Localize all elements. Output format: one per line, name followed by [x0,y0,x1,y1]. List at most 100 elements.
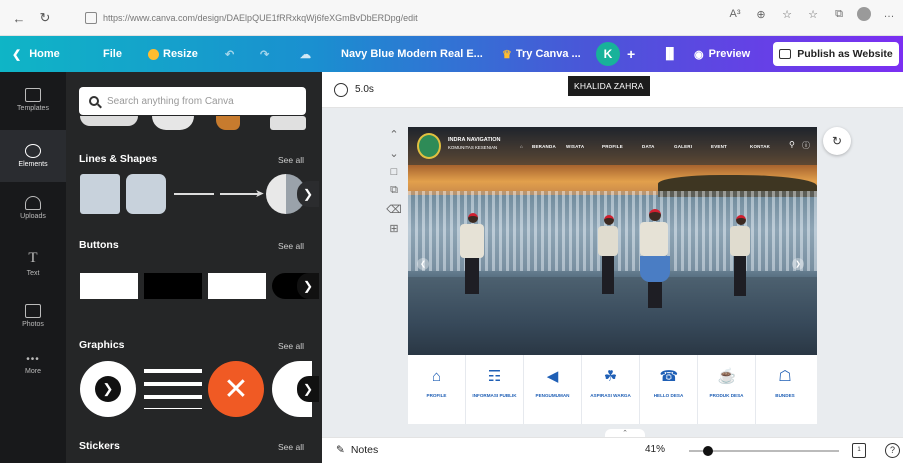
slider-next-icon[interactable]: ❯ [792,258,804,270]
move-down-icon[interactable]: ⌄ [389,147,398,160]
page-tools: ⌃ ⌄ □ ⧉ ⌫ ⊞ [385,128,403,235]
favorite-icon[interactable]: ☆ [779,8,795,21]
add-page-icon[interactable]: ⊞ [389,222,398,235]
arrow-line-shape[interactable] [220,193,260,195]
section-title-buttons: Buttons [79,239,119,251]
see-all-graphics[interactable]: See all [278,341,304,351]
element-thumbnail[interactable] [152,116,194,130]
scroll-right-lines-icon[interactable]: ❯ [297,181,319,207]
nav-link-wisata[interactable]: WISATA [566,144,584,149]
menu-item-label: HELLO DESA [653,393,684,398]
preview-label: Preview [708,48,751,60]
zoom-slider-handle[interactable] [702,446,713,456]
nav-link-data[interactable]: DATA [642,144,655,149]
menu-item-bundes[interactable]: ☖ BUNDES [756,355,814,424]
rounded-square-shape[interactable] [126,174,166,214]
site-logo [417,133,441,159]
design-title[interactable]: Navy Blue Modern Real E... [341,36,483,72]
page-count-icon[interactable]: 1 [852,443,866,458]
regenerate-icon[interactable]: ↻ [823,127,851,155]
nav-link-event[interactable]: EVENT [711,144,727,149]
rail-item-uploads[interactable]: Uploads [0,182,66,234]
canva-editor-window: ← ↻ https://www.canva.com/design/DAElpQU… [0,0,903,463]
try-canva-pro-button[interactable]: ♛ Try Canva ... [502,36,581,72]
zoom-icon[interactable]: ⊕ [753,8,769,21]
reload-icon[interactable]: ↻ [34,7,56,29]
collections-icon[interactable]: ⧉ [831,8,847,21]
add-collaborator-icon[interactable]: + [627,36,635,72]
scroll-right-graphics-icon[interactable]: ❯ [297,376,319,402]
browser-actions: A³ ⊕ ☆ ☆ ⧉ … [727,7,897,21]
cloud-saved-icon[interactable]: ☁ [300,36,311,72]
profile-icon[interactable] [857,7,871,21]
lock-icon[interactable]: □ [391,166,398,178]
line-shape[interactable] [174,193,214,195]
back-icon[interactable]: ← [8,7,30,29]
white-button-element[interactable] [208,273,266,299]
collaborator-avatar[interactable]: K [596,42,620,66]
element-thumbnail[interactable] [80,116,138,126]
see-all-buttons[interactable]: See all [278,241,304,251]
nav-home-icon[interactable]: ⌂ [520,144,523,149]
rail-item-templates[interactable]: Templates [0,74,66,126]
rail-item-photos[interactable]: Photos [0,290,66,342]
rail-item-elements[interactable]: Elements [0,130,66,182]
black-button-element[interactable] [144,273,202,299]
duplicate-page-icon[interactable]: ⧉ [390,184,398,197]
favorites-list-icon[interactable]: ☆ [805,8,821,21]
delete-page-icon[interactable]: ⌫ [386,203,402,216]
publish-website-button[interactable]: Publish as Website [773,42,899,66]
see-all-stickers[interactable]: See all [278,442,304,452]
redo-icon[interactable]: ↷ [260,36,269,72]
address-bar[interactable]: https://www.canva.com/design/DAElpQUE1fR… [85,8,685,28]
rail-item-text[interactable]: T Text [0,237,66,289]
elements-search-input[interactable]: Search anything from Canva [79,87,306,115]
move-up-icon[interactable]: ⌃ [389,128,398,141]
element-thumbnail[interactable] [216,116,240,130]
section-title-stickers: Stickers [79,440,120,452]
nav-link-beranda[interactable]: BERANDA [532,144,556,149]
notes-button[interactable]: ✎ Notes [336,444,378,456]
site-info-icon[interactable] [85,12,97,24]
nav-link-galeri[interactable]: GALERI [674,144,692,149]
menu-item-label: PRODUK DESA [709,393,744,398]
home-icon: ⌂ [431,368,442,385]
nav-search-icon[interactable]: ⚲ [789,140,795,149]
menu-item-profile[interactable]: ⌂ PROFILE [408,355,466,424]
menu-item-produk-desa[interactable]: ☕ PRODUK DESA [698,355,756,424]
page-duration[interactable]: 5.0s [355,84,374,95]
hamburger-lines-graphic[interactable] [144,369,202,409]
slider-prev-icon[interactable]: ❮ [417,258,429,270]
menu-item-informasi-publik[interactable]: ☶ INFORMASI PUBLIK [466,355,524,424]
white-button-element[interactable] [80,273,138,299]
clock-icon[interactable] [334,83,348,97]
people-icon: ☘ [603,368,618,385]
website-icon [779,49,792,59]
rail-item-more[interactable]: ••• More [0,338,66,390]
design-page[interactable]: ❮ ❯ INDRA NAVIGATION KOMUNITAS KESENIAN … [408,127,817,424]
menu-item-aspirasi-warga[interactable]: ☘ ASPIRASI WARGA [582,355,640,424]
undo-icon[interactable]: ↶ [225,36,234,72]
nav-info-icon[interactable]: ⓘ [802,140,810,151]
close-circle-graphic[interactable]: ✕ [208,361,264,417]
zoom-slider[interactable] [689,446,839,456]
file-menu-button[interactable]: File [103,36,122,72]
nav-link-profile[interactable]: PROFILE [602,144,623,149]
nav-link-kontak[interactable]: KONTAK [750,144,770,149]
square-shape[interactable] [80,174,120,214]
menu-dots-icon[interactable]: … [881,8,897,20]
home-button[interactable]: ❮ Home [12,36,60,72]
help-icon[interactable]: ? [885,443,900,458]
menu-item-pengumuman[interactable]: ◀ PENGUMUMAN [524,355,582,424]
chevron-circle-graphic[interactable]: ❯ [80,361,136,417]
read-aloud-icon[interactable]: A³ [727,8,743,20]
preview-button[interactable]: ◉ Preview [694,36,750,72]
insights-icon[interactable]: ▐▌ [662,36,678,72]
menu-item-hello-desa[interactable]: ☎ HELLO DESA [640,355,698,424]
element-thumbnail[interactable] [270,116,306,130]
scroll-right-buttons-icon[interactable]: ❯ [297,273,319,299]
see-all-lines-shapes[interactable]: See all [278,155,304,165]
zoom-level[interactable]: 41% [645,444,665,455]
resize-button[interactable]: Resize [148,36,198,72]
site-brand: INDRA NAVIGATION KOMUNITAS KESENIAN [448,137,500,151]
